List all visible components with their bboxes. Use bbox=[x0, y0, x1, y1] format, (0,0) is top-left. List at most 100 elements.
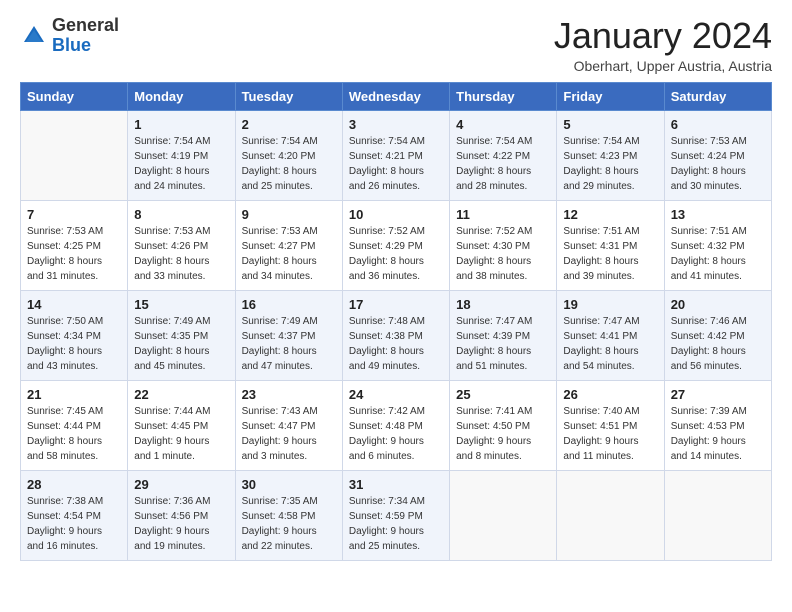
day-number: 2 bbox=[242, 117, 336, 132]
day-number: 26 bbox=[563, 387, 657, 402]
day-info: Sunrise: 7:41 AMSunset: 4:50 PMDaylight:… bbox=[456, 404, 550, 464]
day-number: 21 bbox=[27, 387, 121, 402]
calendar-cell: 13 Sunrise: 7:51 AMSunset: 4:32 PMDayligh… bbox=[664, 200, 771, 290]
title-block: January 2024 Oberhart, Upper Austria, Au… bbox=[554, 16, 772, 74]
day-number: 30 bbox=[242, 477, 336, 492]
day-info: Sunrise: 7:45 AMSunset: 4:44 PMDaylight:… bbox=[27, 404, 121, 464]
weekday-header: Wednesday bbox=[342, 82, 449, 110]
day-info: Sunrise: 7:53 AMSunset: 4:25 PMDaylight:… bbox=[27, 224, 121, 284]
day-info: Sunrise: 7:53 AMSunset: 4:27 PMDaylight:… bbox=[242, 224, 336, 284]
calendar-cell bbox=[21, 110, 128, 200]
calendar-cell: 10Sunrise: 7:52 AMSunset: 4:29 PMDayligh… bbox=[342, 200, 449, 290]
day-info: Sunrise: 7:51 AMSunset: 4:31 PMDaylight:… bbox=[563, 224, 657, 284]
calendar-cell: 29 Sunrise: 7:36 AMSunset: 4:56 PMDayligh… bbox=[128, 470, 235, 560]
day-number: 16 bbox=[242, 297, 336, 312]
logo: General Blue bbox=[20, 16, 119, 56]
calendar-cell: 17 Sunrise: 7:48 AMSunset: 4:38 PMDayligh… bbox=[342, 290, 449, 380]
calendar-week-row: 1 Sunrise: 7:54 AMSunset: 4:19 PMDaylight… bbox=[21, 110, 772, 200]
calendar-week-row: 7 Sunrise: 7:53 AMSunset: 4:25 PMDaylight… bbox=[21, 200, 772, 290]
calendar-cell: 2 Sunrise: 7:54 AMSunset: 4:20 PMDaylight… bbox=[235, 110, 342, 200]
day-number: 5 bbox=[563, 117, 657, 132]
calendar-cell bbox=[664, 470, 771, 560]
calendar-cell: 24Sunrise: 7:42 AMSunset: 4:48 PMDayligh… bbox=[342, 380, 449, 470]
day-info: Sunrise: 7:39 AMSunset: 4:53 PMDaylight:… bbox=[671, 404, 765, 464]
weekday-header: Friday bbox=[557, 82, 664, 110]
calendar-cell: 11Sunrise: 7:52 AMSunset: 4:30 PMDayligh… bbox=[450, 200, 557, 290]
calendar-cell: 3 Sunrise: 7:54 AMSunset: 4:21 PMDaylight… bbox=[342, 110, 449, 200]
calendar-cell: 22Sunrise: 7:44 AMSunset: 4:45 PMDayligh… bbox=[128, 380, 235, 470]
day-info: Sunrise: 7:49 AMSunset: 4:35 PMDaylight:… bbox=[134, 314, 228, 374]
day-number: 19 bbox=[563, 297, 657, 312]
calendar-week-row: 21 Sunrise: 7:45 AMSunset: 4:44 PMDayligh… bbox=[21, 380, 772, 470]
day-info: Sunrise: 7:46 AMSunset: 4:42 PMDaylight:… bbox=[671, 314, 765, 374]
logo-general-text: General bbox=[52, 15, 119, 35]
day-number: 9 bbox=[242, 207, 336, 222]
day-number: 12 bbox=[563, 207, 657, 222]
day-info: Sunrise: 7:54 AMSunset: 4:22 PMDaylight:… bbox=[456, 134, 550, 194]
calendar-cell: 14Sunrise: 7:50 AMSunset: 4:34 PMDayligh… bbox=[21, 290, 128, 380]
day-info: Sunrise: 7:36 AMSunset: 4:56 PMDaylight:… bbox=[134, 494, 228, 554]
day-number: 17 bbox=[349, 297, 443, 312]
day-info: Sunrise: 7:44 AMSunset: 4:45 PMDaylight:… bbox=[134, 404, 228, 464]
calendar-cell bbox=[557, 470, 664, 560]
calendar-cell bbox=[450, 470, 557, 560]
day-info: Sunrise: 7:40 AMSunset: 4:51 PMDaylight:… bbox=[563, 404, 657, 464]
weekday-header: Sunday bbox=[21, 82, 128, 110]
calendar-cell: 27 Sunrise: 7:39 AMSunset: 4:53 PMDayligh… bbox=[664, 380, 771, 470]
calendar-week-row: 14Sunrise: 7:50 AMSunset: 4:34 PMDayligh… bbox=[21, 290, 772, 380]
weekday-header: Thursday bbox=[450, 82, 557, 110]
month-title: January 2024 bbox=[554, 16, 772, 56]
logo-blue-text: Blue bbox=[52, 35, 91, 55]
day-info: Sunrise: 7:47 AMSunset: 4:39 PMDaylight:… bbox=[456, 314, 550, 374]
day-number: 25 bbox=[456, 387, 550, 402]
calendar-cell: 28Sunrise: 7:38 AMSunset: 4:54 PMDayligh… bbox=[21, 470, 128, 560]
day-info: Sunrise: 7:48 AMSunset: 4:38 PMDaylight:… bbox=[349, 314, 443, 374]
page-header: General Blue January 2024 Oberhart, Uppe… bbox=[20, 16, 772, 74]
day-info: Sunrise: 7:54 AMSunset: 4:20 PMDaylight:… bbox=[242, 134, 336, 194]
day-info: Sunrise: 7:53 AMSunset: 4:24 PMDaylight:… bbox=[671, 134, 765, 194]
day-number: 4 bbox=[456, 117, 550, 132]
day-info: Sunrise: 7:49 AMSunset: 4:37 PMDaylight:… bbox=[242, 314, 336, 374]
day-info: Sunrise: 7:43 AMSunset: 4:47 PMDaylight:… bbox=[242, 404, 336, 464]
day-number: 20 bbox=[671, 297, 765, 312]
calendar-cell: 21 Sunrise: 7:45 AMSunset: 4:44 PMDayligh… bbox=[21, 380, 128, 470]
calendar-cell: 8Sunrise: 7:53 AMSunset: 4:26 PMDaylight… bbox=[128, 200, 235, 290]
day-number: 28 bbox=[27, 477, 121, 492]
calendar-cell: 1 Sunrise: 7:54 AMSunset: 4:19 PMDaylight… bbox=[128, 110, 235, 200]
day-info: Sunrise: 7:52 AMSunset: 4:30 PMDaylight:… bbox=[456, 224, 550, 284]
day-info: Sunrise: 7:50 AMSunset: 4:34 PMDaylight:… bbox=[27, 314, 121, 374]
calendar-cell: 26 Sunrise: 7:40 AMSunset: 4:51 PMDayligh… bbox=[557, 380, 664, 470]
calendar-cell: 4 Sunrise: 7:54 AMSunset: 4:22 PMDaylight… bbox=[450, 110, 557, 200]
calendar-week-row: 28Sunrise: 7:38 AMSunset: 4:54 PMDayligh… bbox=[21, 470, 772, 560]
day-info: Sunrise: 7:42 AMSunset: 4:48 PMDaylight:… bbox=[349, 404, 443, 464]
calendar-cell: 25 Sunrise: 7:41 AMSunset: 4:50 PMDayligh… bbox=[450, 380, 557, 470]
calendar-cell: 23 Sunrise: 7:43 AMSunset: 4:47 PMDayligh… bbox=[235, 380, 342, 470]
calendar-cell: 5 Sunrise: 7:54 AMSunset: 4:23 PMDaylight… bbox=[557, 110, 664, 200]
weekday-header: Saturday bbox=[664, 82, 771, 110]
location-text: Oberhart, Upper Austria, Austria bbox=[554, 58, 772, 74]
day-number: 7 bbox=[27, 207, 121, 222]
day-info: Sunrise: 7:54 AMSunset: 4:21 PMDaylight:… bbox=[349, 134, 443, 194]
calendar-cell: 31Sunrise: 7:34 AMSunset: 4:59 PMDayligh… bbox=[342, 470, 449, 560]
day-info: Sunrise: 7:53 AMSunset: 4:26 PMDaylight:… bbox=[134, 224, 228, 284]
day-info: Sunrise: 7:47 AMSunset: 4:41 PMDaylight:… bbox=[563, 314, 657, 374]
weekday-header-row: SundayMondayTuesdayWednesdayThursdayFrid… bbox=[21, 82, 772, 110]
calendar-cell: 20 Sunrise: 7:46 AMSunset: 4:42 PMDayligh… bbox=[664, 290, 771, 380]
calendar-cell: 30Sunrise: 7:35 AMSunset: 4:58 PMDayligh… bbox=[235, 470, 342, 560]
calendar-cell: 12 Sunrise: 7:51 AMSunset: 4:31 PMDayligh… bbox=[557, 200, 664, 290]
calendar-cell: 15Sunrise: 7:49 AMSunset: 4:35 PMDayligh… bbox=[128, 290, 235, 380]
day-number: 10 bbox=[349, 207, 443, 222]
day-number: 1 bbox=[134, 117, 228, 132]
day-number: 29 bbox=[134, 477, 228, 492]
day-number: 23 bbox=[242, 387, 336, 402]
day-number: 3 bbox=[349, 117, 443, 132]
logo-icon bbox=[20, 22, 48, 50]
calendar-table: SundayMondayTuesdayWednesdayThursdayFrid… bbox=[20, 82, 772, 561]
day-number: 31 bbox=[349, 477, 443, 492]
weekday-header: Monday bbox=[128, 82, 235, 110]
day-info: Sunrise: 7:51 AMSunset: 4:32 PMDaylight:… bbox=[671, 224, 765, 284]
day-number: 13 bbox=[671, 207, 765, 222]
day-number: 27 bbox=[671, 387, 765, 402]
day-info: Sunrise: 7:54 AMSunset: 4:23 PMDaylight:… bbox=[563, 134, 657, 194]
day-info: Sunrise: 7:54 AMSunset: 4:19 PMDaylight:… bbox=[134, 134, 228, 194]
